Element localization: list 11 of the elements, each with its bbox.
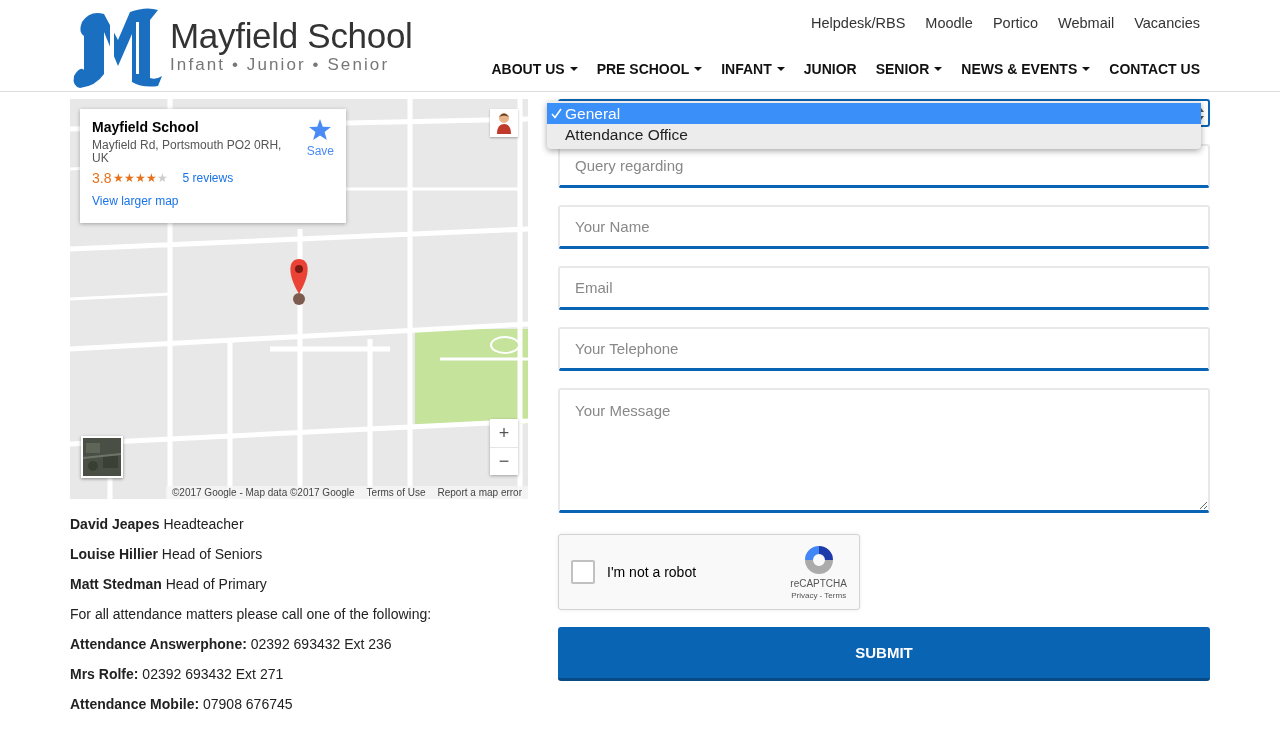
contact-line: For all attendance matters please call one of the following: <box>70 605 433 623</box>
contact-line: Attendance Answerphone: 02392 693432 Ext 236 <box>70 635 393 653</box>
captcha-label: I'm not a robot <box>607 564 698 580</box>
contact-line: David Jeapes Headteacher <box>70 515 245 533</box>
contact-line: Attendance Mobile: 07908 676745 <box>70 695 294 713</box>
logo-title: Mayfield School <box>170 18 413 53</box>
logo-tagline: Infant • Junior • Senior <box>170 55 391 75</box>
contact-line: Louise Hillier Head of Seniors <box>70 545 264 563</box>
contact-line: Matt Stedman Head of Primary <box>70 575 268 593</box>
captcha-brand: reCAPTCHA <box>790 578 847 589</box>
contact-line: Mrs Rolfe: 02392 693432 Ext 271 <box>70 665 285 683</box>
